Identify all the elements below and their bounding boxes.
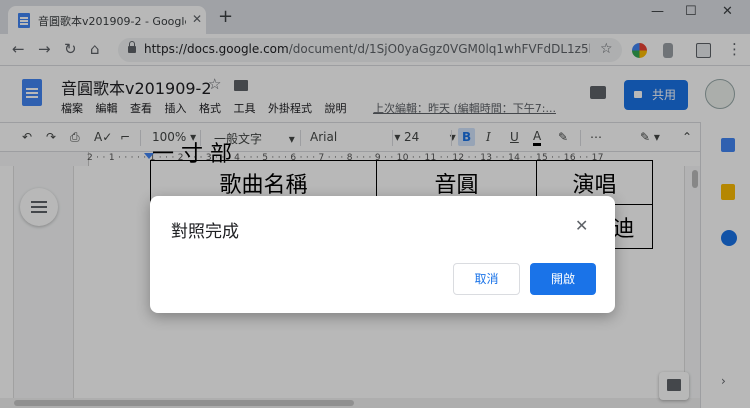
url-text: https://docs.google.com/document/d/1SjO0… <box>144 42 590 56</box>
expand-panel-icon[interactable]: › <box>721 374 726 388</box>
docs-header: 音圓歌本v201909-2 ☆ 檔案 編輯 查看 插入 格式 工具 外掛程式 說… <box>0 67 750 122</box>
horizontal-scroll-thumb[interactable] <box>14 400 354 406</box>
calendar-icon[interactable] <box>721 138 735 152</box>
text-color-button[interactable]: A <box>533 130 542 146</box>
menu-view[interactable]: 查看 <box>130 102 152 115</box>
horizontal-scrollbar[interactable] <box>0 398 700 408</box>
paint-format-icon[interactable]: ⌐ <box>120 130 130 144</box>
document-title[interactable]: 音圓歌本v201909-2 <box>61 75 212 99</box>
share-label: 共用 <box>651 88 676 102</box>
home-icon[interactable]: ⌂ <box>90 41 100 57</box>
menu-file[interactable]: 檔案 <box>61 102 83 115</box>
font-select[interactable]: Arial ▾ <box>310 130 400 144</box>
menu-insert[interactable]: 插入 <box>165 102 187 115</box>
font-value: Arial <box>310 130 338 144</box>
font-size-select[interactable]: 24 ▾ <box>404 130 456 144</box>
share-button[interactable]: 共用 <box>624 80 688 110</box>
download-icon[interactable] <box>663 43 673 58</box>
highlight-icon[interactable]: ✎ <box>558 130 568 144</box>
side-panel: › <box>700 122 750 408</box>
menu-edit[interactable]: 編輯 <box>96 102 118 115</box>
browser-tab[interactable]: 音圓歌本v201909-2 - Google 文 ✕ <box>8 6 206 34</box>
spellcheck-icon[interactable]: A✓ <box>94 130 112 144</box>
undo-icon[interactable]: ↶ <box>22 130 32 144</box>
menu-format[interactable]: 格式 <box>199 102 221 115</box>
bold-button[interactable]: B <box>458 128 476 146</box>
avatar[interactable] <box>705 79 735 109</box>
browser-menu-icon[interactable]: ⋮ <box>727 41 742 57</box>
keep-icon[interactable] <box>721 184 735 200</box>
folder-icon[interactable] <box>234 80 248 91</box>
screen: 音圓歌本v201909-2 - Google 文 ✕ + — ☐ ✕ ← → ↻… <box>0 0 750 408</box>
menu-help[interactable]: 說明 <box>325 102 347 115</box>
tab-title: 音圓歌本v201909-2 - Google 文 <box>38 15 186 28</box>
redo-icon[interactable]: ↷ <box>46 130 56 144</box>
print-icon[interactable]: ⎙ <box>70 130 80 145</box>
menu-bar: 檔案 編輯 查看 插入 格式 工具 外掛程式 說明 <box>61 100 356 116</box>
italic-button[interactable]: I <box>486 130 491 144</box>
minimize-button[interactable]: — <box>651 4 664 19</box>
dialog-title: 對照完成 <box>171 222 239 242</box>
vertical-ruler <box>0 166 14 408</box>
address-bar[interactable]: https://docs.google.com/document/d/1SjO0… <box>118 38 622 62</box>
menu-addons[interactable]: 外掛程式 <box>268 102 312 115</box>
open-button[interactable]: 開啟 <box>530 263 596 295</box>
comment-history-icon[interactable] <box>590 86 606 99</box>
comparison-complete-dialog: 對照完成 ✕ 取消 開啟 <box>150 196 615 313</box>
url-path: /document/d/1SjO0yaGgz0VGM0lq1whFVFdDL1z… <box>288 42 590 56</box>
font-size-value: 24 <box>404 130 420 144</box>
document-outline-button[interactable] <box>20 188 58 226</box>
window-close-button[interactable]: ✕ <box>722 4 733 19</box>
new-tab-button[interactable]: + <box>218 8 233 26</box>
browser-tab-strip: 音圓歌本v201909-2 - Google 文 ✕ + — ☐ ✕ <box>0 0 750 34</box>
add-comment-icon <box>667 379 681 391</box>
docs-favicon-icon <box>18 13 30 28</box>
more-options-button[interactable]: ⋯ <box>590 130 602 144</box>
reload-icon[interactable]: ↻ <box>64 41 77 57</box>
vertical-scrollbar[interactable] <box>692 170 698 188</box>
underline-button[interactable]: U <box>510 130 519 144</box>
bookmark-star-icon[interactable]: ☆ <box>600 41 613 57</box>
maximize-button[interactable]: ☐ <box>685 4 697 19</box>
star-icon[interactable]: ☆ <box>208 75 221 93</box>
browser-toolbar: ← → ↻ ⌂ https://docs.google.com/document… <box>0 34 750 66</box>
extension-icon[interactable] <box>632 43 647 58</box>
url-host: https://docs.google.com <box>144 42 289 56</box>
formatting-toolbar: ↶ ↷ ⎙ A✓ ⌐ 100% ▾ 一般文字 ▾ Arial ▾ 24 ▾ B … <box>0 122 750 152</box>
tasks-icon[interactable] <box>721 230 737 246</box>
profile-icon[interactable] <box>696 43 711 58</box>
menu-tools[interactable]: 工具 <box>234 102 256 115</box>
forward-arrow-icon[interactable]: → <box>38 41 51 57</box>
docs-logo-icon[interactable] <box>22 79 42 106</box>
editing-mode-icon[interactable]: ✎ ▾ <box>640 130 660 144</box>
cancel-button[interactable]: 取消 <box>453 263 520 295</box>
add-comment-button[interactable] <box>659 372 689 400</box>
dialog-close-icon[interactable]: ✕ <box>575 217 588 235</box>
lock-icon <box>128 41 136 53</box>
share-lock-icon <box>634 91 642 98</box>
last-edit-link[interactable]: 上次編輯：昨天 (編輯時間：下午7:... <box>373 100 591 116</box>
tab-close-icon[interactable]: ✕ <box>192 12 202 26</box>
back-arrow-icon[interactable]: ← <box>12 41 25 57</box>
collapse-toolbar-icon[interactable]: ⌃ <box>682 130 692 144</box>
